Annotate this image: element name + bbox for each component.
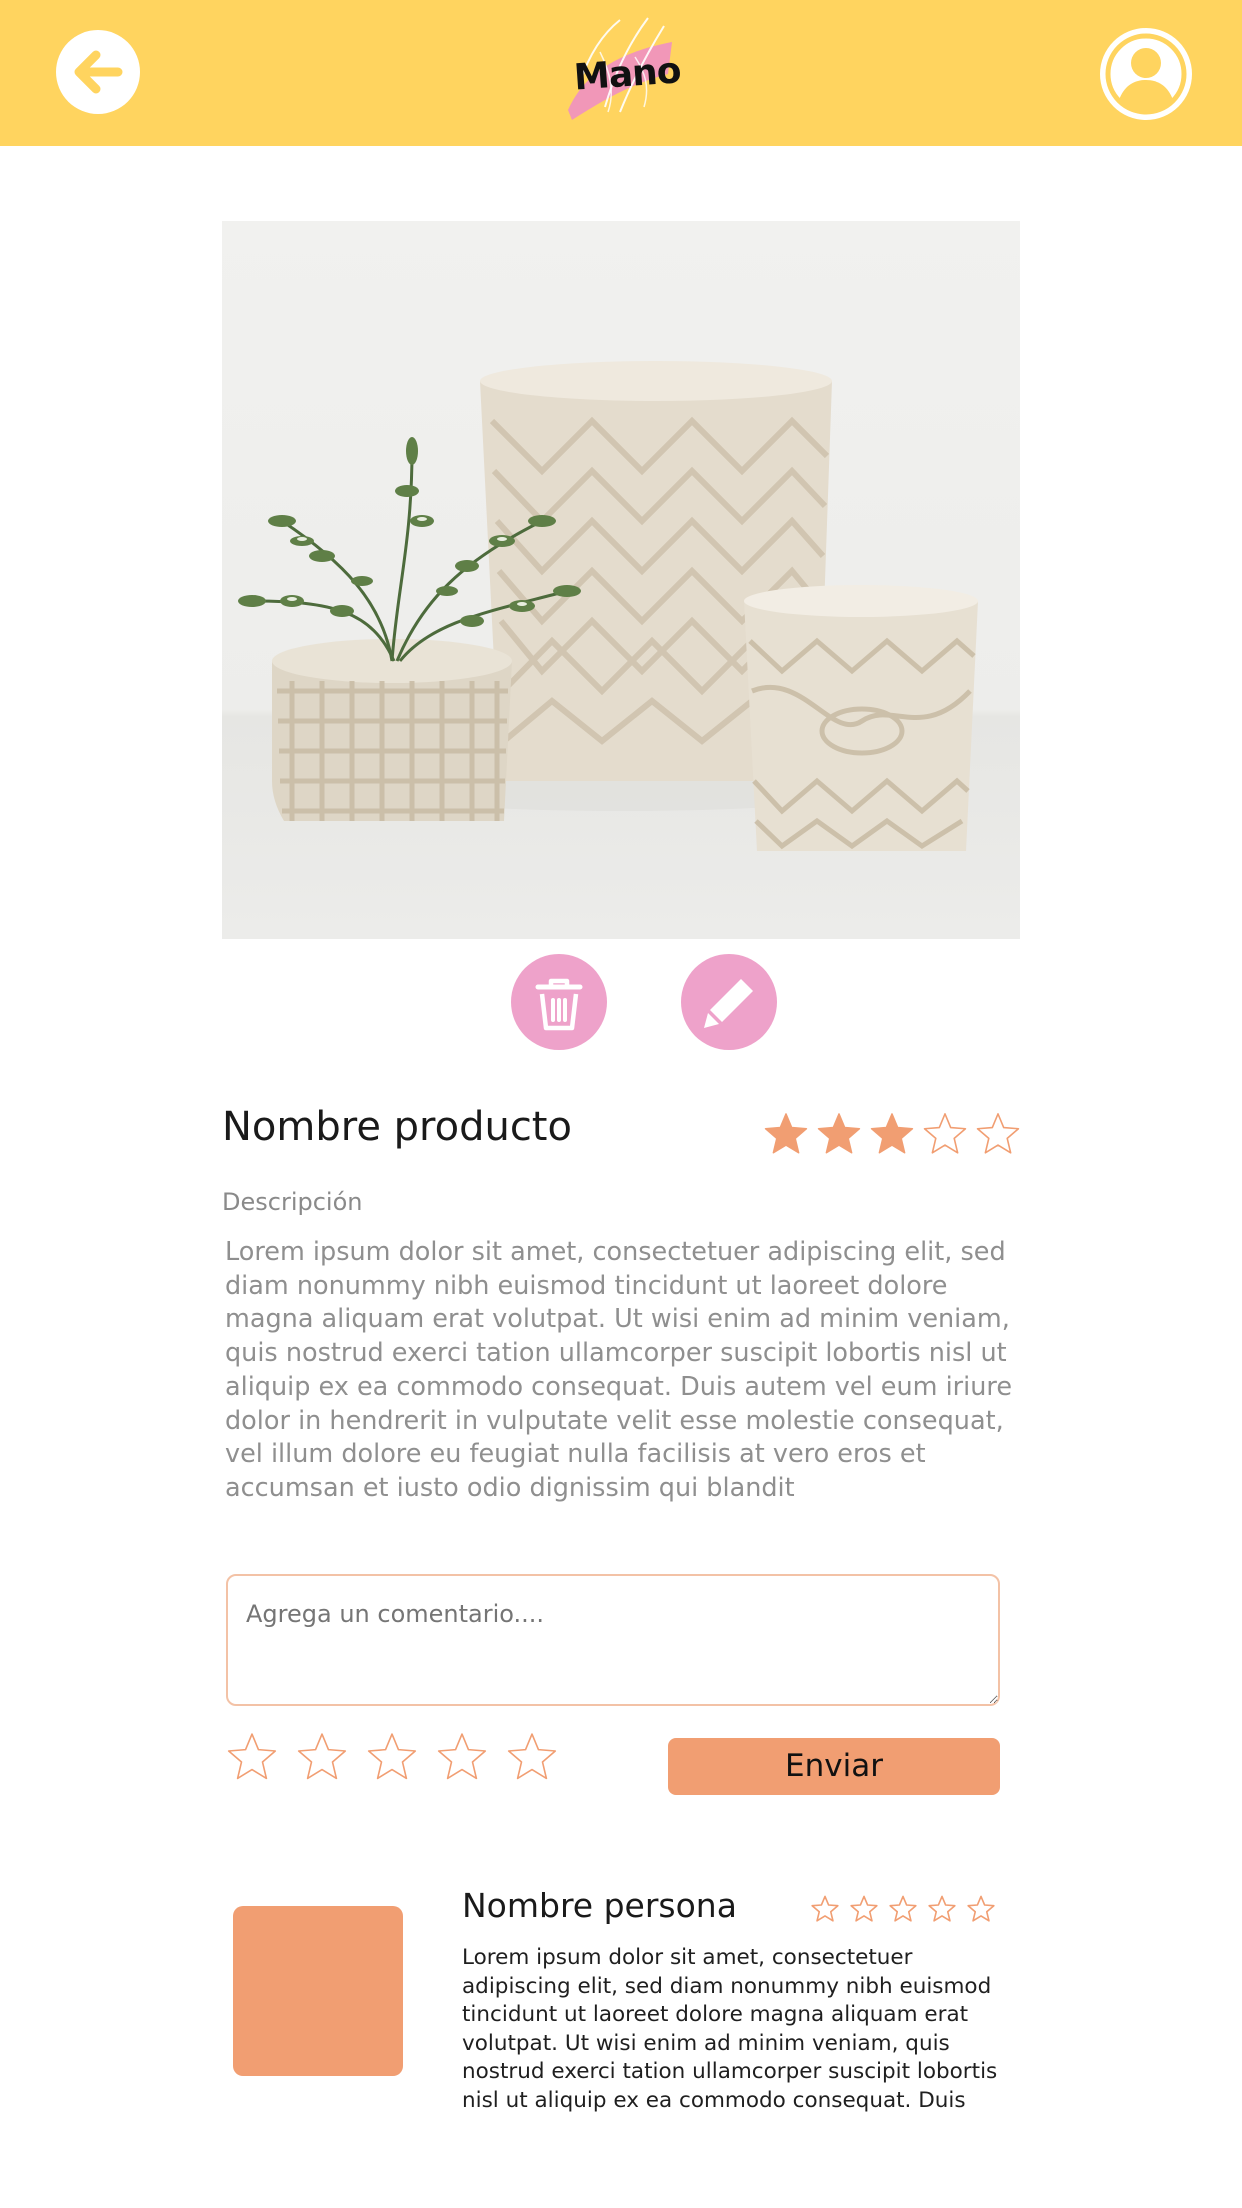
top-bar: Mano	[0, 0, 1242, 146]
brand-logo: Mano	[560, 12, 682, 122]
comment-rating-input[interactable]	[226, 1731, 558, 1783]
description-label: Descripción	[222, 1188, 363, 1216]
star-outline-icon	[976, 1113, 1020, 1154]
logo-text: Mano	[572, 50, 682, 99]
send-button[interactable]: Enviar	[668, 1738, 1000, 1795]
star-outline-icon	[923, 1113, 967, 1154]
star-outline-icon	[850, 1895, 878, 1922]
star-outline-icon[interactable]	[436, 1731, 488, 1783]
star-outline-icon	[928, 1895, 956, 1922]
star-filled-icon	[870, 1113, 914, 1154]
user-icon	[1105, 33, 1187, 115]
star-outline-icon	[967, 1895, 995, 1922]
back-button[interactable]	[56, 30, 140, 114]
review-text: Lorem ipsum dolor sit amet, consectetuer…	[462, 1945, 998, 2113]
edit-button[interactable]	[681, 954, 777, 1050]
review-rating	[810, 1894, 996, 1924]
star-outline-icon[interactable]	[366, 1731, 418, 1783]
review-author: Nombre persona	[462, 1886, 737, 1925]
product-image	[222, 221, 1020, 939]
star-outline-icon	[811, 1895, 839, 1922]
star-outline-icon[interactable]	[506, 1731, 558, 1783]
pencil-icon	[704, 979, 753, 1028]
star-outline-icon[interactable]	[296, 1731, 348, 1783]
star-outline-icon	[889, 1895, 917, 1922]
star-filled-icon	[817, 1113, 861, 1154]
star-filled-icon	[764, 1113, 808, 1154]
avatar	[233, 1906, 403, 2076]
arrow-left-icon	[74, 50, 123, 94]
product-description: Lorem ipsum dolor sit amet, consectetuer…	[225, 1237, 1013, 1503]
comment-input[interactable]	[226, 1574, 1000, 1706]
star-outline-icon[interactable]	[226, 1731, 278, 1783]
product-name: Nombre producto	[222, 1104, 572, 1150]
profile-button[interactable]	[1100, 28, 1192, 120]
product-rating	[763, 1111, 1021, 1157]
delete-button[interactable]	[511, 954, 607, 1050]
trash-icon	[535, 978, 583, 1031]
